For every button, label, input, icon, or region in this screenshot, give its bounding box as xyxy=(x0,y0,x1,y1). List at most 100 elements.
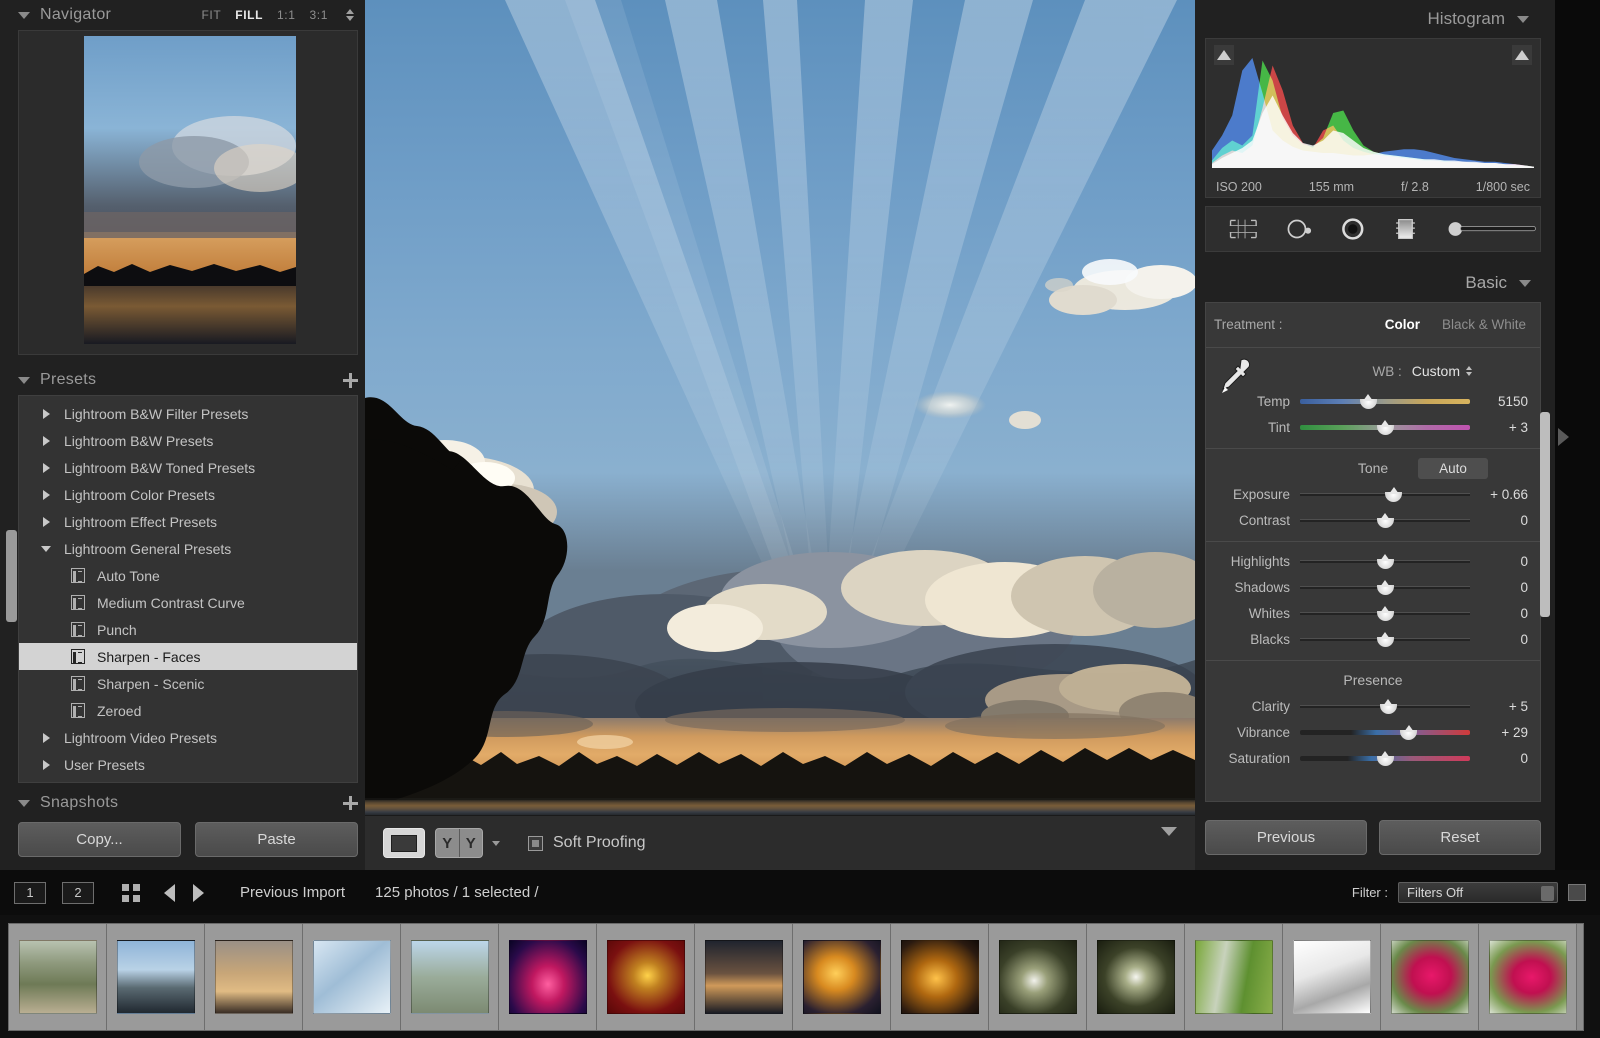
slider-knob[interactable] xyxy=(1377,554,1394,569)
filmstrip-cell[interactable] xyxy=(1381,924,1479,1030)
left-panel-scrollbar[interactable] xyxy=(6,530,17,622)
graduated-filter-icon[interactable] xyxy=(1391,215,1420,243)
filmstrip-cell[interactable] xyxy=(891,924,989,1030)
filmstrip-cell[interactable] xyxy=(107,924,205,1030)
slider-track[interactable] xyxy=(1300,486,1470,502)
filmstrip-thumbnail-white-flower-2[interactable] xyxy=(1097,940,1175,1014)
triangle-down-icon[interactable] xyxy=(492,841,500,846)
identity-plate-2[interactable]: 2 xyxy=(62,882,94,904)
slider-vibrance[interactable]: Vibrance + 29 xyxy=(1206,719,1540,745)
filmstrip-cell[interactable] xyxy=(499,924,597,1030)
slider-track[interactable] xyxy=(1300,724,1470,740)
filmstrip-source-label[interactable]: Previous Import xyxy=(240,884,345,901)
slider-blacks[interactable]: Blacks 0 xyxy=(1206,626,1540,652)
slider-track[interactable] xyxy=(1300,631,1470,647)
highlight-clipping-icon[interactable] xyxy=(1512,45,1532,65)
identity-plate-1[interactable]: 1 xyxy=(14,882,46,904)
crop-overlay-icon[interactable] xyxy=(1228,216,1259,242)
copy-button[interactable]: Copy... xyxy=(18,822,181,857)
slider-exposure[interactable]: Exposure + 0.66 xyxy=(1206,481,1540,507)
filmstrip-cell[interactable] xyxy=(9,924,107,1030)
slider-track[interactable] xyxy=(1300,553,1470,569)
filmstrip-thumbnail-white-flower-1[interactable] xyxy=(999,940,1077,1014)
presets-header[interactable]: Presets xyxy=(18,365,358,395)
filter-select[interactable]: Filters Off xyxy=(1398,882,1558,903)
before-after-icon[interactable]: Y Y xyxy=(435,828,483,858)
filmstrip-thumbnail-pink-peony-2[interactable] xyxy=(1489,940,1567,1014)
toolbar-panel-toggle[interactable] xyxy=(1161,836,1177,851)
slider-track[interactable] xyxy=(1300,750,1470,766)
filter-flag-icon[interactable] xyxy=(1568,884,1586,901)
histogram-header[interactable]: Histogram xyxy=(1203,0,1539,38)
zoom-mode-1-1[interactable]: 1:1 xyxy=(277,8,295,22)
treatment-option-black-and-white[interactable]: Black & White xyxy=(1442,317,1526,332)
red-eye-correction-icon[interactable] xyxy=(1340,216,1366,242)
right-panel-expand-icon[interactable] xyxy=(1558,428,1569,446)
loupe-view-icon[interactable] xyxy=(383,828,425,858)
triangle-down-icon[interactable] xyxy=(1519,280,1531,287)
triangle-down-icon[interactable] xyxy=(1161,827,1177,851)
slider-track[interactable] xyxy=(1300,393,1470,409)
slider-knob[interactable] xyxy=(1377,606,1394,621)
navigator-preview[interactable] xyxy=(18,30,358,355)
triangle-down-icon[interactable] xyxy=(18,377,30,384)
preset-group-effect[interactable]: Lightroom Effect Presets xyxy=(19,508,357,535)
filmstrip-thumbnail-snow-branches[interactable] xyxy=(313,940,391,1014)
slider-knob[interactable] xyxy=(1377,420,1394,435)
filmstrip-cell[interactable] xyxy=(1479,924,1577,1030)
slider-track[interactable] xyxy=(1300,698,1470,714)
zoom-mode-fit[interactable]: FIT xyxy=(202,8,222,22)
slider-track[interactable] xyxy=(1300,605,1470,621)
white-balance-value[interactable]: Custom xyxy=(1412,363,1472,379)
slider-clarity[interactable]: Clarity + 5 xyxy=(1206,693,1540,719)
histogram-widget[interactable]: ISO 200 155 mm f/ 2.8 1/800 sec xyxy=(1205,38,1541,198)
slider-whites[interactable]: Whites 0 xyxy=(1206,600,1540,626)
shadow-clipping-icon[interactable] xyxy=(1214,45,1234,65)
slider-knob[interactable] xyxy=(1377,751,1394,766)
slider-track[interactable] xyxy=(1300,579,1470,595)
filmstrip-track[interactable] xyxy=(8,923,1584,1031)
right-panel-scrollbar[interactable] xyxy=(1540,412,1550,617)
slider-knob[interactable] xyxy=(1360,394,1377,409)
basic-panel-header[interactable]: Basic xyxy=(1203,266,1541,300)
grid-view-icon[interactable] xyxy=(122,884,140,902)
preset-item-medium-contrast-curve[interactable]: Medium Contrast Curve xyxy=(19,589,357,616)
filmstrip-thumbnail-winter-trees[interactable] xyxy=(411,940,489,1014)
zoom-mode-fill[interactable]: FILL xyxy=(235,8,263,22)
zoom-mode-3-1[interactable]: 3:1 xyxy=(310,8,328,22)
filmstrip-thumbnail-golden-spark[interactable] xyxy=(607,940,685,1014)
slider-highlights[interactable]: Highlights 0 xyxy=(1206,548,1540,574)
spot-removal-icon[interactable] xyxy=(1285,216,1314,242)
preset-item-sharpen-scenic[interactable]: Sharpen - Scenic xyxy=(19,670,357,697)
adjustment-brush-icon[interactable] xyxy=(1446,216,1540,242)
filmstrip-thumbnail-pink-peony-1[interactable] xyxy=(1391,940,1469,1014)
filmstrip-cell[interactable] xyxy=(597,924,695,1030)
filmstrip-cell[interactable] xyxy=(1087,924,1185,1030)
filmstrip-thumbnail-sunset-cloud[interactable] xyxy=(215,940,293,1014)
filmstrip-thumbnail-pink-flame[interactable] xyxy=(509,940,587,1014)
up-down-stepper-icon[interactable] xyxy=(346,9,354,21)
slider-knob[interactable] xyxy=(1385,487,1402,502)
filmstrip-cell[interactable] xyxy=(303,924,401,1030)
image-preview-area[interactable] xyxy=(365,0,1195,815)
filmstrip-cell[interactable] xyxy=(1283,924,1381,1030)
filmstrip-thumbnail-green-leaves[interactable] xyxy=(1195,940,1273,1014)
slider-shadows[interactable]: Shadows 0 xyxy=(1206,574,1540,600)
preset-item-zeroed[interactable]: Zeroed xyxy=(19,697,357,724)
preset-group-general[interactable]: Lightroom General Presets xyxy=(19,535,357,562)
preset-group-bw-toned[interactable]: Lightroom B&W Toned Presets xyxy=(19,454,357,481)
slider-knob[interactable] xyxy=(1380,699,1397,714)
plus-icon[interactable] xyxy=(343,796,358,811)
filmstrip-cell[interactable] xyxy=(989,924,1087,1030)
triangle-down-icon[interactable] xyxy=(18,12,30,19)
filmstrip-cell[interactable] xyxy=(205,924,303,1030)
up-down-stepper-icon[interactable] xyxy=(1541,886,1554,901)
filmstrip-thumbnail-fire-embers[interactable] xyxy=(901,940,979,1014)
soft-proofing-checkbox[interactable] xyxy=(528,836,543,851)
treatment-option-color[interactable]: Color xyxy=(1385,317,1420,332)
preset-item-sharpen-faces[interactable]: Sharpen - Faces xyxy=(19,643,357,670)
slider-saturation[interactable]: Saturation 0 xyxy=(1206,745,1540,771)
navigator-header[interactable]: Navigator FIT FILL 1:1 3:1 xyxy=(18,0,358,30)
previous-button[interactable]: Previous xyxy=(1205,820,1367,855)
soft-proofing-toggle[interactable]: Soft Proofing xyxy=(528,834,646,852)
